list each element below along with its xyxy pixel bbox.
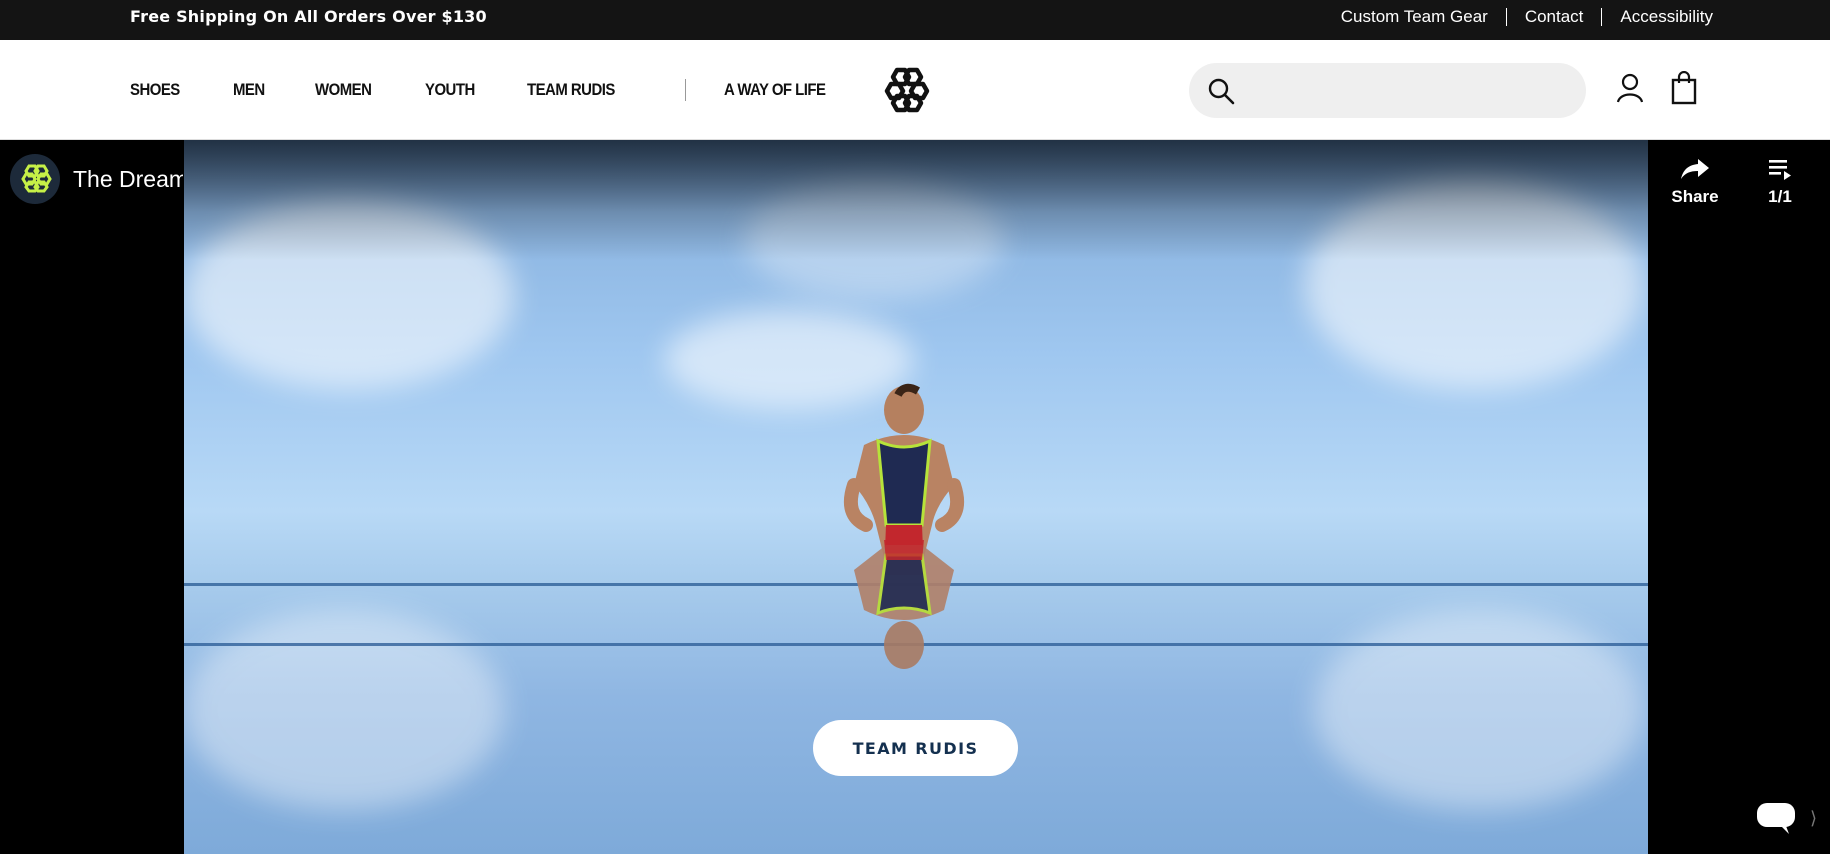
nav-divider — [684, 79, 686, 101]
playlist-icon — [1769, 160, 1791, 180]
video-top-shade — [184, 140, 1648, 260]
team-rudis-button[interactable]: TEAM RUDIS — [813, 720, 1018, 776]
search-bar — [1189, 63, 1586, 118]
cloud — [1314, 610, 1644, 810]
nav-item-men[interactable]: MEN — [233, 80, 265, 100]
share-button[interactable]: Share — [1660, 157, 1730, 207]
utility-links: Custom Team Gear Contact Accessibility — [1323, 0, 1713, 34]
free-shipping-banner: Free Shipping On All Orders Over $130 — [130, 7, 487, 26]
custom-team-gear-link[interactable]: Custom Team Gear — [1323, 8, 1507, 26]
account-icon[interactable] — [1615, 72, 1645, 104]
nav-item-youth[interactable]: YOUTH — [425, 80, 475, 100]
nav-item-women[interactable]: WOMEN — [315, 80, 372, 100]
search-icon[interactable] — [1207, 77, 1235, 105]
channel-avatar[interactable] — [10, 154, 60, 204]
main-nav: SHOES MEN WOMEN YOUTH TEAM RUDIS A WAY O… — [130, 40, 939, 140]
hero-video[interactable]: The Dream Share 1/1 TEAM RUDIS ⟩ — [0, 140, 1830, 854]
rudis-hex-icon — [21, 164, 52, 193]
nav-item-a-way-of-life[interactable]: A WAY OF LIFE — [724, 80, 826, 100]
chat-bubble-icon — [1756, 802, 1795, 834]
share-arrow-icon — [1681, 159, 1709, 179]
search-input[interactable] — [1247, 63, 1586, 118]
share-label: Share — [1671, 187, 1719, 206]
accessibility-link[interactable]: Accessibility — [1602, 8, 1713, 26]
shopping-bag-icon[interactable] — [1670, 71, 1698, 105]
contact-link[interactable]: Contact — [1507, 8, 1603, 26]
announcement-bar: Free Shipping On All Orders Over $130 Cu… — [0, 0, 1830, 40]
nav-item-shoes[interactable]: SHOES — [130, 80, 180, 100]
rudis-logo-icon[interactable] — [875, 67, 939, 113]
nav-item-team-rudis[interactable]: TEAM RUDIS — [527, 80, 615, 100]
chevron-right-icon[interactable]: ⟩ — [1810, 808, 1817, 829]
chat-launcher[interactable] — [1738, 780, 1813, 854]
video-title[interactable]: The Dream — [73, 160, 183, 198]
cloud — [184, 610, 504, 810]
wrestler-figure — [844, 383, 964, 669]
playlist-count: 1/1 — [1768, 187, 1792, 206]
playlist-button[interactable]: 1/1 — [1745, 157, 1815, 207]
site-header: SHOES MEN WOMEN YOUTH TEAM RUDIS A WAY O… — [0, 40, 1830, 140]
